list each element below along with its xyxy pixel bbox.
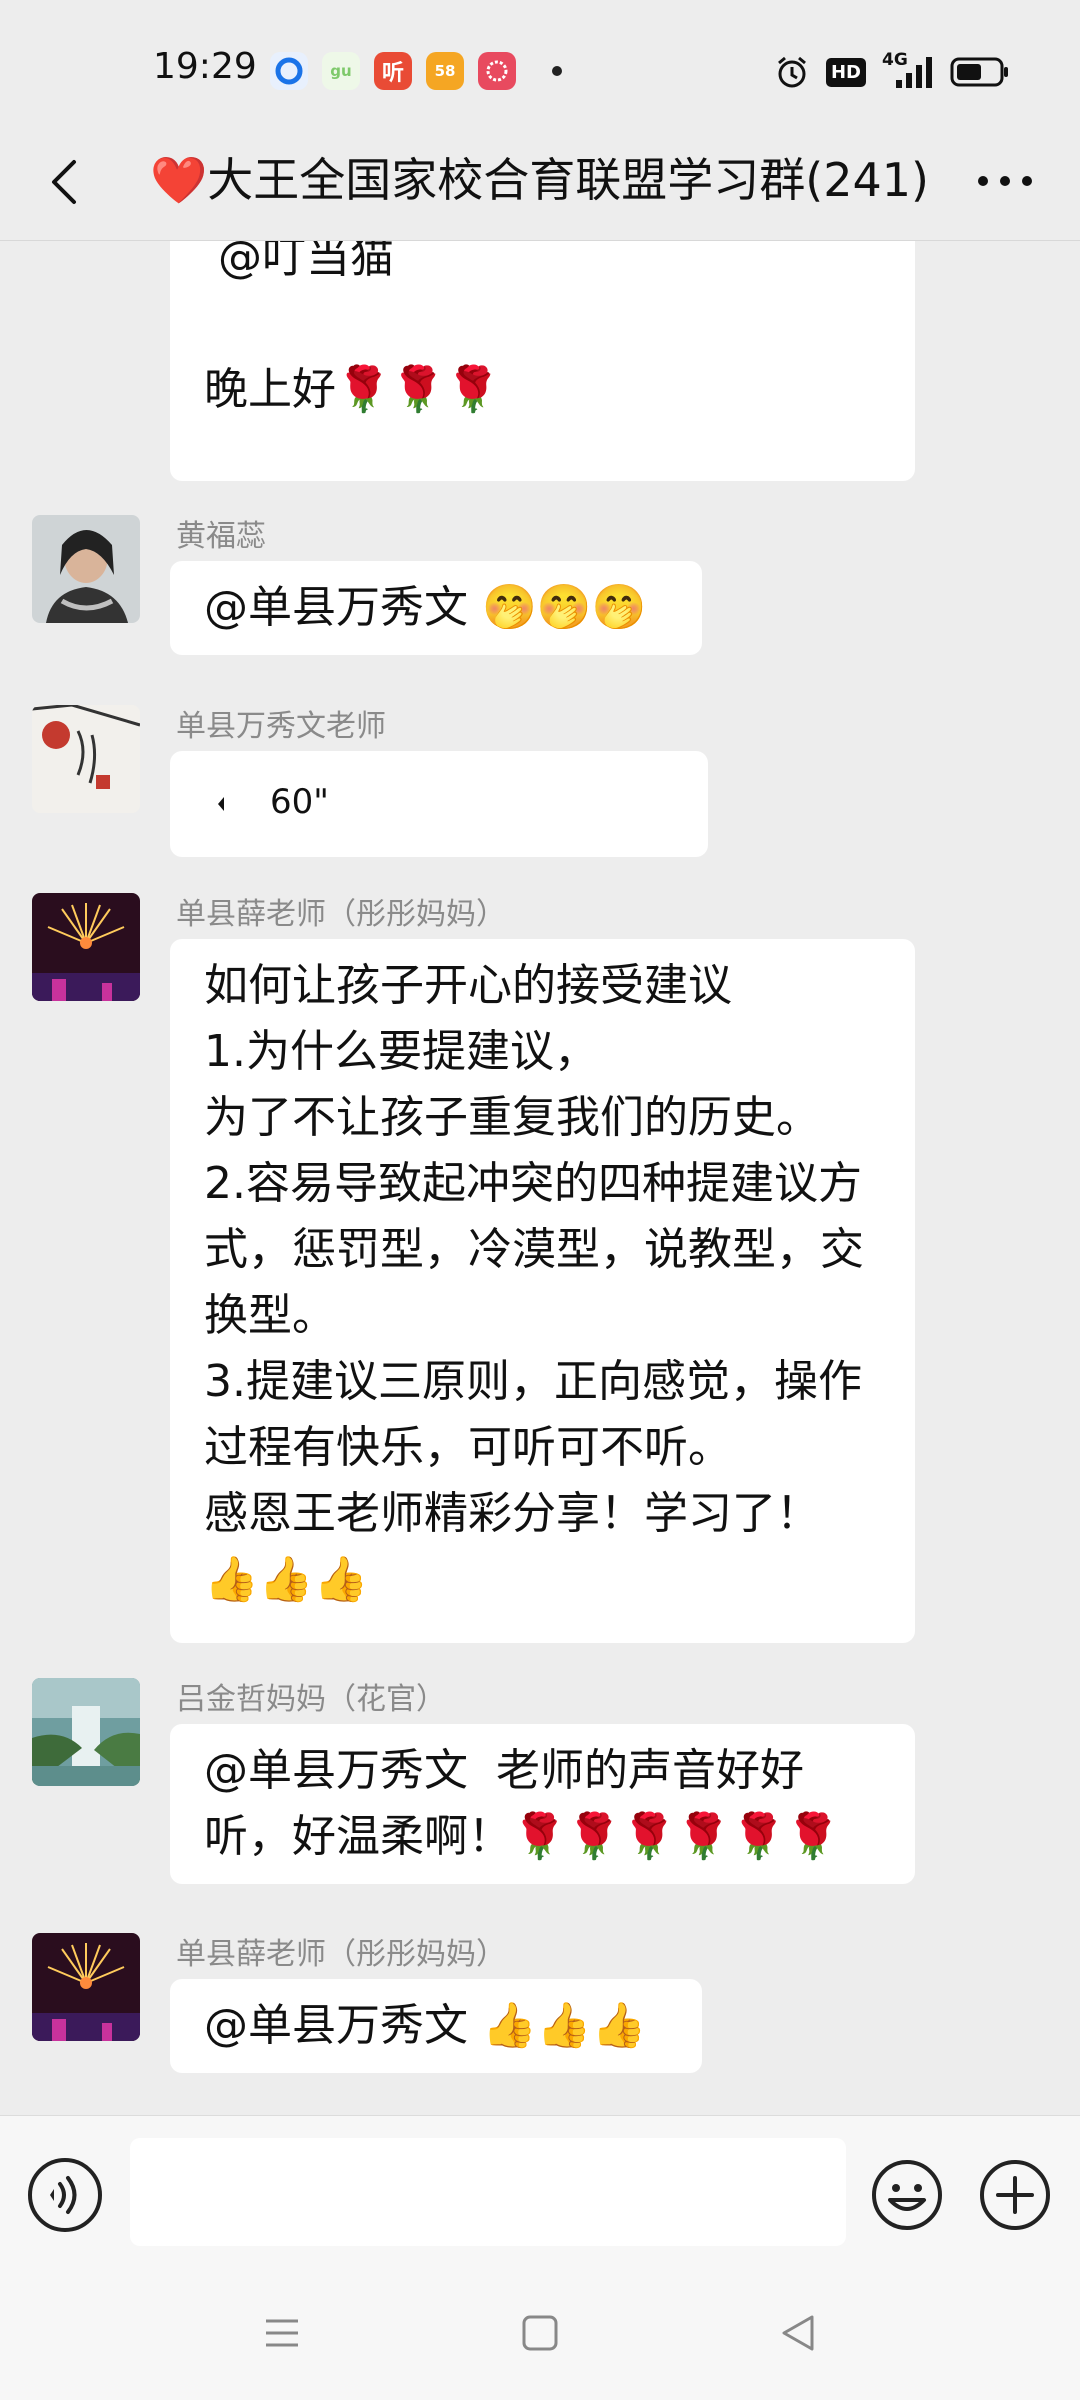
- avatar[interactable]: [32, 1678, 140, 1786]
- sender-name: 单县薛老师（彤彤妈妈）: [176, 897, 506, 932]
- message-bubble[interactable]: 如何让孩子开心的接受建议 1.为什么要提建议， 为了不让孩子重复我们的历史。 2…: [170, 939, 915, 1643]
- voice-input-button[interactable]: [28, 2158, 102, 2232]
- clock-time: 19:29: [153, 46, 257, 87]
- voice-wave-icon: [218, 797, 224, 811]
- alarm-icon: [778, 56, 806, 88]
- message-bubble[interactable]: 吕金哲妈妈 @于艾吕妈妈 ··· 刘伦 @叮当猫 晚上好🌹🌹🌹: [170, 241, 915, 481]
- avatar[interactable]: [32, 893, 140, 1001]
- group-title: ❤️大王全国家校合育联盟学习群(241): [150, 153, 929, 207]
- voice-duration: 60": [270, 782, 329, 822]
- sender-name: 单县万秀文老师: [176, 709, 386, 744]
- avatar[interactable]: [32, 515, 140, 623]
- input-bar: [0, 2115, 1080, 2276]
- home-square-icon: [522, 2315, 558, 2351]
- avatar[interactable]: [32, 1933, 140, 2041]
- system-navigation-bar: [0, 2275, 1080, 2400]
- chevron-left-icon: [52, 160, 76, 204]
- signal-icon: 4G: [882, 50, 934, 90]
- message-bubble[interactable]: @单县万秀文 🤭🤭🤭: [170, 561, 702, 655]
- menu-icon: [266, 2319, 298, 2347]
- more-options-button[interactable]: [970, 166, 1040, 196]
- menu-nav-button[interactable]: [262, 2313, 302, 2357]
- hd-icon: HD: [825, 57, 866, 87]
- smiley-icon: [872, 2160, 942, 2230]
- voice-icon: [50, 2176, 77, 2214]
- shopping-app-icon: [478, 52, 516, 90]
- more-notifications-dot: [552, 66, 562, 76]
- back-nav-button[interactable]: [778, 2313, 818, 2357]
- message-bubble[interactable]: @单县万秀文 老师的声音好好听，好温柔啊！🌹🌹🌹🌹🌹🌹: [170, 1724, 915, 1884]
- 58-app-icon: 58: [426, 52, 464, 90]
- browser-icon: [270, 52, 308, 90]
- sender-name: 黄福蕊: [176, 519, 266, 554]
- message-bubble[interactable]: @单县万秀文 👍👍👍: [170, 1979, 702, 2073]
- chat-header: ❤️大王全国家校合育联盟学习群(241): [0, 130, 1080, 240]
- more-actions-button[interactable]: [978, 2158, 1052, 2232]
- avatar[interactable]: [32, 705, 140, 813]
- message-list[interactable]: 吕金哲妈妈 @于艾吕妈妈 ··· 刘伦 @叮当猫 晚上好🌹🌹🌹 黄福蕊 @单县万…: [0, 240, 1080, 2116]
- emoji-button[interactable]: [870, 2158, 944, 2232]
- status-bar: 19:29 gu 听 58 HD 4G: [0, 0, 1080, 140]
- voice-message-bubble[interactable]: 60": [170, 751, 708, 857]
- battery-icon: [950, 57, 1008, 87]
- message-input[interactable]: [130, 2138, 846, 2246]
- back-button[interactable]: [36, 152, 96, 212]
- home-nav-button[interactable]: [520, 2313, 560, 2357]
- ting-app-icon: 听: [374, 52, 412, 90]
- more-icon: [978, 176, 1032, 186]
- sender-name: 单县薛老师（彤彤妈妈）: [176, 1937, 506, 1972]
- back-triangle-icon: [782, 2315, 814, 2351]
- system-icons: HD 4G: [774, 50, 1010, 92]
- sender-name: 吕金哲妈妈（花官）: [176, 1682, 446, 1717]
- plus-icon: [980, 2160, 1050, 2230]
- gu-app-icon: gu: [322, 52, 360, 90]
